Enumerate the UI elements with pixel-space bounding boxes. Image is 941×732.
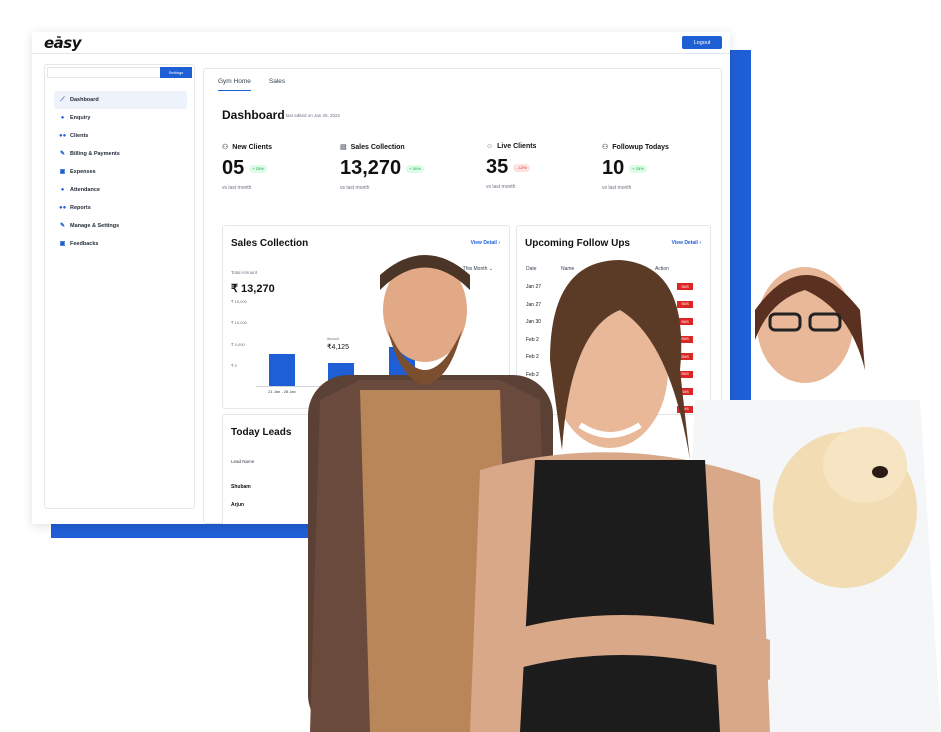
stat-sub: vs last month [340,185,370,191]
sidebar-item-label: Dashboard [70,97,99,103]
stat-value: 13,270 [340,157,402,179]
card-title: Sales Collection [231,238,309,249]
sidebar-item-dashboard[interactable]: ⟋ Dashboard [54,91,187,109]
settings-button[interactable]: Settings [160,67,192,78]
sidebar-item-clients[interactable]: ●● Clients [54,127,187,145]
app-logo[interactable]: Biz easy [44,34,82,52]
message-icon: ▣ [59,240,66,247]
sidebar-item-label: Expenses [70,169,96,175]
sidebar: Settings ⟋ Dashboard ● Enquiry ●● Clients ✎ Bil… [44,64,195,509]
users-icon: ●● [59,132,67,139]
total-label: Total Amount [231,270,258,275]
sidebar-item-reports[interactable]: ●● Reports [54,199,187,217]
sidebar-nav: ⟋ Dashboard ● Enquiry ●● Clients ✎ Billing & Pa… [54,91,187,253]
y-tick-label: ₹ 10,000 [231,320,247,326]
stat-value: 35 [486,156,509,178]
change-badge: + 50% [406,164,424,173]
sidebar-item-label: Manage & Settings [70,223,120,229]
stat-followup-todays: ⚇ Followup Todays 10 + 25% vs last month [602,143,712,192]
sidebar-item-billing-payments[interactable]: ✎ Billing & Payments [54,145,187,163]
stat-live-clients: ☺ Live Clients 35 - 12% vs last month [486,143,596,190]
sidebar-item-manage-settings[interactable]: ✎ Manage & Settings [54,217,187,235]
stat-label: Followup Todays [612,143,669,151]
sidebar-item-label: Billing & Payments [70,151,120,157]
stat-label: Sales Collection [350,143,405,151]
sidebar-item-expenses[interactable]: ▣ Expenses [54,163,187,181]
stat-new-clients: ⚇ New Clients 05 + 25% vs last month [222,143,332,192]
sidebar-item-label: Reports [70,205,91,211]
sidebar-item-enquiry[interactable]: ● Enquiry [54,109,187,127]
card-title: Today Leads [231,427,292,438]
user-icon: ● [60,114,65,121]
sidebar-item-label: Clients [70,133,89,139]
stat-value: 05 [222,157,245,179]
users-icon: ●● [59,204,67,211]
tab-sales[interactable]: Sales [269,78,285,91]
wallet-icon: ▣ [59,168,66,175]
stat-sub: vs last month [486,184,516,190]
lead-row[interactable]: Arjun [231,502,244,508]
top-bar: Biz easy Logout [32,32,730,54]
x-tick-label: 21 Jan - 28 Jan [268,389,296,394]
y-tick-label: ₹ 0 [231,363,237,368]
users-icon: ☺ [486,143,494,150]
lead-row[interactable]: Shubam [231,484,251,490]
stat-value: 10 [602,157,625,179]
document-icon: ▤ [340,144,347,151]
tab-bar: Gym Home Sales [218,78,285,91]
chart-bar[interactable] [269,353,295,386]
sidebar-item-label: Enquiry [70,115,91,121]
search-input[interactable] [47,67,161,78]
sidebar-item-attendance[interactable]: ● Attendance [54,181,187,199]
page-title: Dashboard [222,108,285,122]
total-value: ₹ 13,270 [231,283,275,295]
chart-line-icon: ⟋ [60,96,65,103]
share-icon: ⚇ [222,144,229,151]
sidebar-item-label: Feedbacks [70,241,99,247]
stat-label: Live Clients [497,143,537,150]
change-badge: + 25% [249,164,267,173]
sidebar-item-label: Attendance [70,187,100,193]
stat-sub: vs last month [602,185,632,191]
change-badge: + 25% [629,164,647,173]
card-title: Upcoming Follow Ups [525,238,630,249]
view-detail-link[interactable]: View Detail › [672,240,701,246]
share-icon: ⚇ [602,144,609,151]
sidebar-item-feedbacks[interactable]: ▣ Feedbacks [54,235,187,253]
woman-figure [470,260,770,732]
last-edited-text: last edited on Jan 25, 2022 [286,113,341,118]
y-tick-label: ₹ 5,000 [231,341,245,347]
header-lead-name: Lead Name [231,459,255,464]
y-tick-label: ₹ 15,000 [231,299,247,304]
stat-label: New Clients [232,143,272,151]
logout-button[interactable]: Logout [682,36,722,49]
people-photo-overlay [308,255,941,732]
stat-sub: vs last month [222,185,252,191]
tab-gym-home[interactable]: Gym Home [218,78,251,91]
view-detail-link[interactable]: View Detail › [471,240,500,246]
user-icon: ● [60,186,65,193]
pin-icon: ✎ [59,222,66,229]
change-badge: - 12% [513,163,530,172]
pin-icon: ✎ [59,150,66,157]
stat-sales-collection: ▤ Sales Collection 13,270 + 50% vs last mo… [340,143,450,191]
